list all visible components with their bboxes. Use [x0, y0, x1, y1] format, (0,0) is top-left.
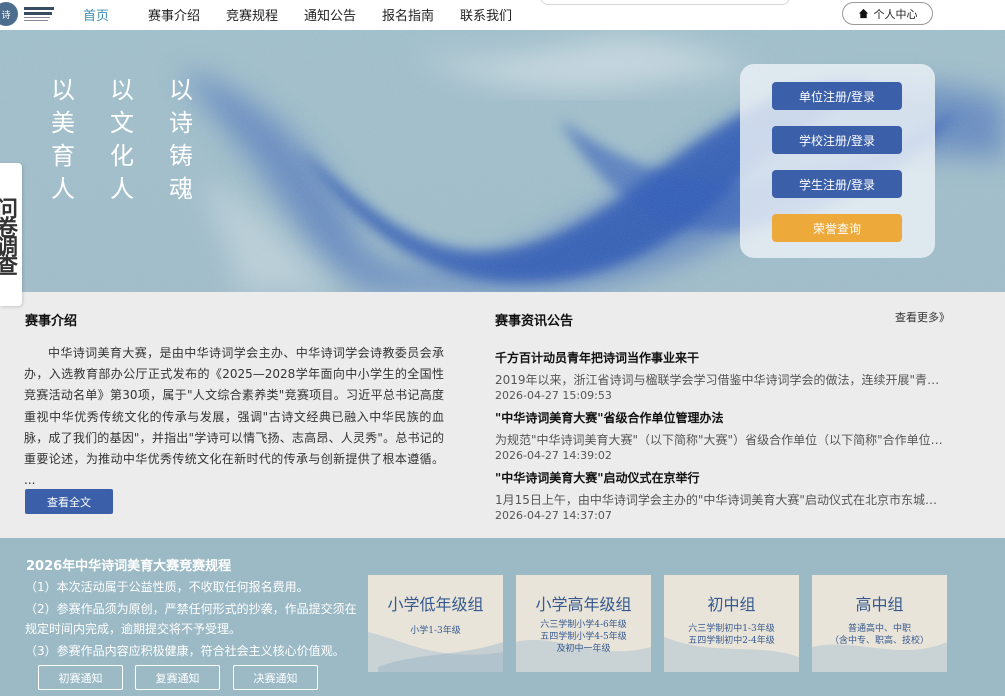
user-center-label: 个人中心 — [873, 7, 918, 21]
top-nav: 诗 首页 赛事介绍 竞赛规程 通知公告 报名指南 联系我们 个人中心 — [0, 0, 1005, 30]
news-item[interactable]: "中华诗词美育大赛"启动仪式在京举行 1月15日上午，由中华诗词学会主办的"中华… — [495, 469, 951, 522]
nav-item-guide[interactable]: 报名指南 — [382, 5, 434, 24]
logo-wordmark — [24, 1, 60, 27]
news-item-summary: 2019年以来，浙江省诗词与楹联学会学习借鉴中华诗词学会的做法，连续开展"青春诗… — [495, 373, 947, 387]
nav-item-contact[interactable]: 联系我们 — [460, 5, 512, 24]
group-card-primary-upper[interactable]: 小学高年级组 六三学制小学4-6年级 五四学制小学4-5年级 及初中一年级 — [516, 575, 651, 672]
group-desc: 六三学制小学4-6年级 五四学制小学4-5年级 及初中一年级 — [540, 620, 627, 654]
survey-tab-label: 问卷调查 — [0, 196, 17, 273]
preliminary-notice-button[interactable]: 初赛通知 — [38, 665, 123, 690]
rules-title: 2026年中华诗词美育大赛竞赛规程 — [26, 559, 232, 574]
rule-line-2: （2）参赛作品须为原创，严禁任何形式的抄袭，作品提交须在规定时间内完成，逾期提交… — [25, 602, 357, 636]
news-item-date: 2026-04-27 15:09:53 — [495, 389, 612, 402]
survey-side-tab[interactable]: 问卷调查 — [0, 163, 22, 306]
rule-line-1: （1）本次活动属于公益性质，不收取任何报名费用。 — [25, 580, 309, 594]
student-login-button[interactable]: 学生注册/登录 — [772, 170, 902, 198]
final-notice-button[interactable]: 决赛通知 — [233, 665, 318, 690]
group-name: 高中组 — [855, 595, 904, 614]
semifinal-notice-button[interactable]: 复赛通知 — [135, 665, 220, 690]
home-icon — [858, 8, 868, 19]
nav-item-home[interactable]: 首页 — [83, 5, 109, 24]
group-name: 小学低年级组 — [387, 595, 484, 614]
school-login-button[interactable]: 学校注册/登录 — [772, 126, 902, 154]
news-item-summary: 为规范"中华诗词美育大赛"（以下简称"大赛"）省级合作单位（以下简称"合作单位"… — [495, 433, 947, 447]
user-center-button[interactable]: 个人中心 — [842, 2, 933, 25]
nav-item-rules[interactable]: 竞赛规程 — [226, 5, 278, 24]
news-item[interactable]: 千方百计动员青年把诗词当作事业来干 2019年以来，浙江省诗词与楹联学会学习借鉴… — [495, 349, 951, 402]
news-item-title[interactable]: "中华诗词美育大赛"启动仪式在京举行 — [495, 469, 951, 486]
site-logo[interactable]: 诗 — [0, 0, 60, 28]
slogan-1: 以美育人 — [51, 76, 75, 203]
group-desc: 六三学制初中1-3年级 五四学制初中2-4年级 — [688, 624, 775, 646]
group-name: 初中组 — [707, 595, 756, 614]
intro-text: 中华诗词美育大赛，是由中华诗词学会主办、中华诗词学会诗教委员会承办，入选教育部办… — [24, 346, 444, 488]
group-card-primary-lower[interactable]: 小学低年级组 小学1-3年级 — [368, 575, 503, 672]
view-more-link[interactable]: 查看更多》 — [895, 309, 950, 325]
search-box[interactable] — [540, 0, 790, 5]
honor-query-button[interactable]: 荣誉查询 — [772, 214, 902, 242]
news-item-title[interactable]: "中华诗词美育大赛"省级合作单位管理办法 — [495, 409, 951, 426]
group-card-junior[interactable]: 初中组 六三学制初中1-3年级 五四学制初中2-4年级 — [664, 575, 799, 672]
nav-item-intro[interactable]: 赛事介绍 — [148, 5, 200, 24]
news-title: 赛事资讯公告 — [495, 314, 574, 329]
slogan-3: 以诗铸魂 — [169, 76, 193, 203]
view-full-text-button[interactable]: 查看全文 — [25, 489, 113, 514]
nav-item-notices[interactable]: 通知公告 — [304, 5, 356, 24]
news-item-title[interactable]: 千方百计动员青年把诗词当作事业来干 — [495, 349, 951, 366]
intro-title: 赛事介绍 — [25, 314, 78, 329]
news-item-date: 2026-04-27 14:37:07 — [495, 509, 612, 522]
slogan-2: 以文化人 — [110, 76, 134, 203]
news-item[interactable]: "中华诗词美育大赛"省级合作单位管理办法 为规范"中华诗词美育大赛"（以下简称"… — [495, 409, 951, 462]
logo-mark: 诗 — [0, 2, 18, 26]
group-desc: 小学1-3年级 — [410, 626, 461, 636]
news-item-date: 2026-04-27 14:39:02 — [495, 449, 612, 462]
group-card-senior[interactable]: 高中组 普通高中、中职 （含中专、职高、技校） — [812, 575, 947, 672]
group-desc: 普通高中、中职 （含中专、职高、技校） — [829, 624, 929, 646]
org-login-button[interactable]: 单位注册/登录 — [772, 82, 902, 110]
group-name: 小学高年级组 — [535, 595, 632, 614]
rule-line-3: （3）参赛作品内容应积极健康，符合社会主义核心价值观。 — [25, 644, 345, 658]
ink-wash-decoration — [368, 632, 503, 672]
news-item-summary: 1月15日上午，由中华诗词学会主办的"中华诗词美育大赛"启动仪式在北京市东城区中… — [495, 493, 947, 507]
